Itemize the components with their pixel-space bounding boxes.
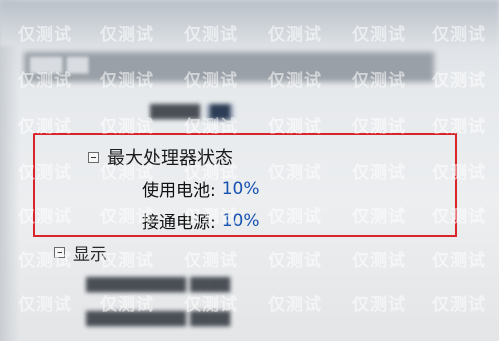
tree-node-display[interactable]: 显示: [54, 240, 107, 265]
blurred-tree-item[interactable]: ██████████ ████: [86, 312, 230, 327]
watermark-text: 仅测试: [352, 295, 406, 315]
minus-box-icon[interactable]: [54, 247, 65, 258]
watermark-text: 仅测试: [432, 295, 486, 315]
setting-label: 使用电池:: [142, 181, 216, 201]
watermark-text: 仅测试: [100, 251, 154, 271]
window-title: ███ ██: [30, 58, 89, 74]
screen-edge: [0, 0, 20, 341]
setting-plugged-in[interactable]: 接通电源: 10%: [142, 208, 260, 234]
setting-value-link[interactable]: 10%: [222, 211, 260, 231]
watermark-text: 仅测试: [268, 295, 322, 315]
watermark-text: 仅测试: [18, 295, 72, 315]
blurred-tree-item[interactable]: ██████████ ████: [86, 278, 230, 293]
section-label: 最大处理器状态: [107, 148, 233, 169]
watermark-text: 仅测试: [432, 71, 486, 91]
watermark-text: 仅测试: [184, 251, 238, 271]
setting-label: 接通电源:: [142, 213, 216, 233]
blurred-row-text: █████: [150, 105, 200, 120]
watermark-text: 仅测试: [352, 251, 406, 271]
watermark-text: 仅测试: [268, 251, 322, 271]
blurred-tree-row[interactable]: █████ ██: [150, 104, 234, 121]
blurred-row-chip: ██: [206, 104, 234, 121]
tree-node-max-processor-state[interactable]: 最大处理器状态: [88, 144, 233, 170]
setting-on-battery[interactable]: 使用电池: 10%: [142, 176, 260, 202]
setting-value-link[interactable]: 10%: [222, 179, 260, 199]
minus-box-icon[interactable]: [88, 151, 99, 163]
watermark-text: 仅测试: [432, 251, 486, 271]
blurred-header: [0, 0, 499, 46]
section-label: 显示: [73, 245, 107, 265]
